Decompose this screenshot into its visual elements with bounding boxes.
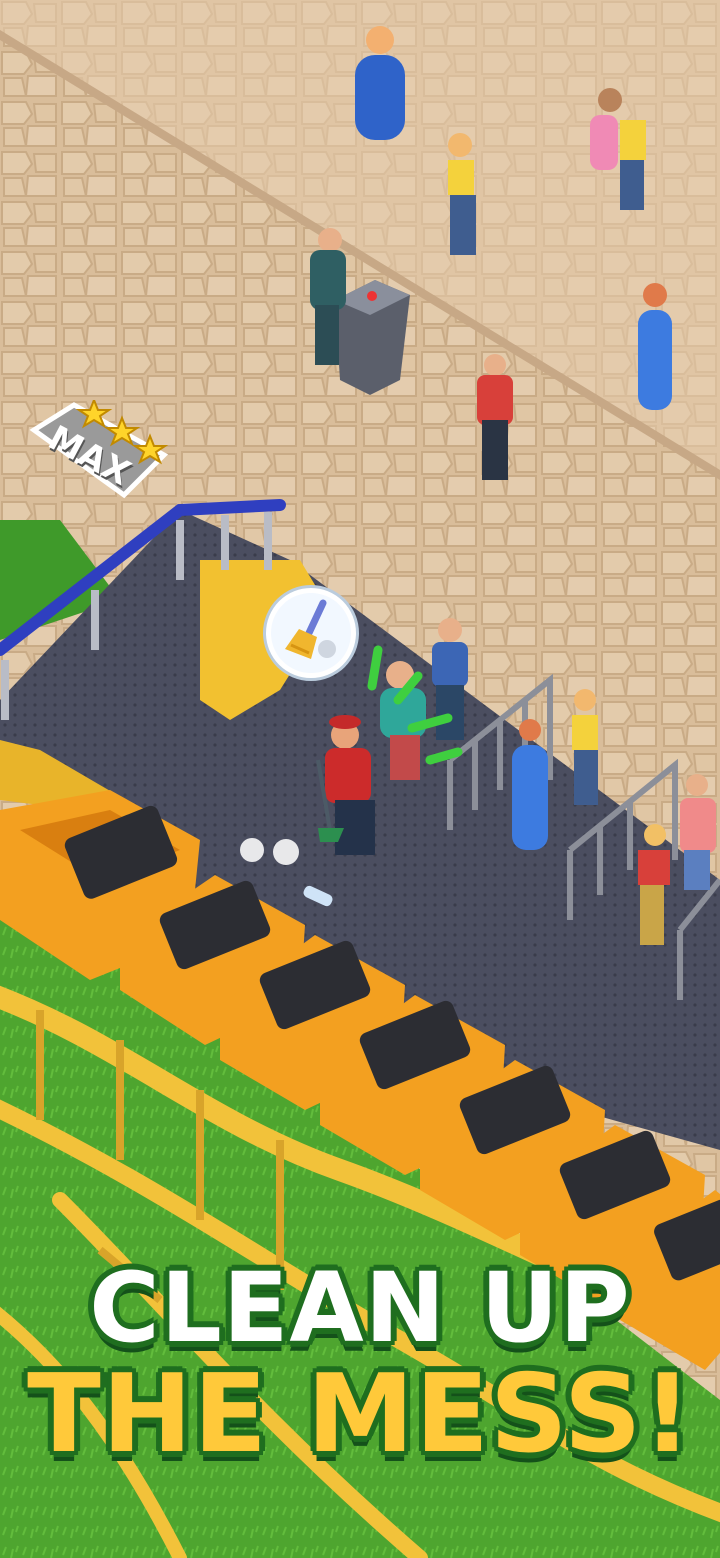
headline-line-2: THE MESS! [27, 1352, 693, 1477]
control-podium [335, 280, 410, 395]
cleaning-task-bubble[interactable] [266, 588, 356, 678]
headline-line-1: CLEAN UP [89, 1252, 631, 1364]
max-level-badge: MAX [24, 400, 174, 500]
broom-icon [285, 599, 336, 659]
game-scene: MAX CLEAN UP THE MESS! [0, 0, 720, 1558]
